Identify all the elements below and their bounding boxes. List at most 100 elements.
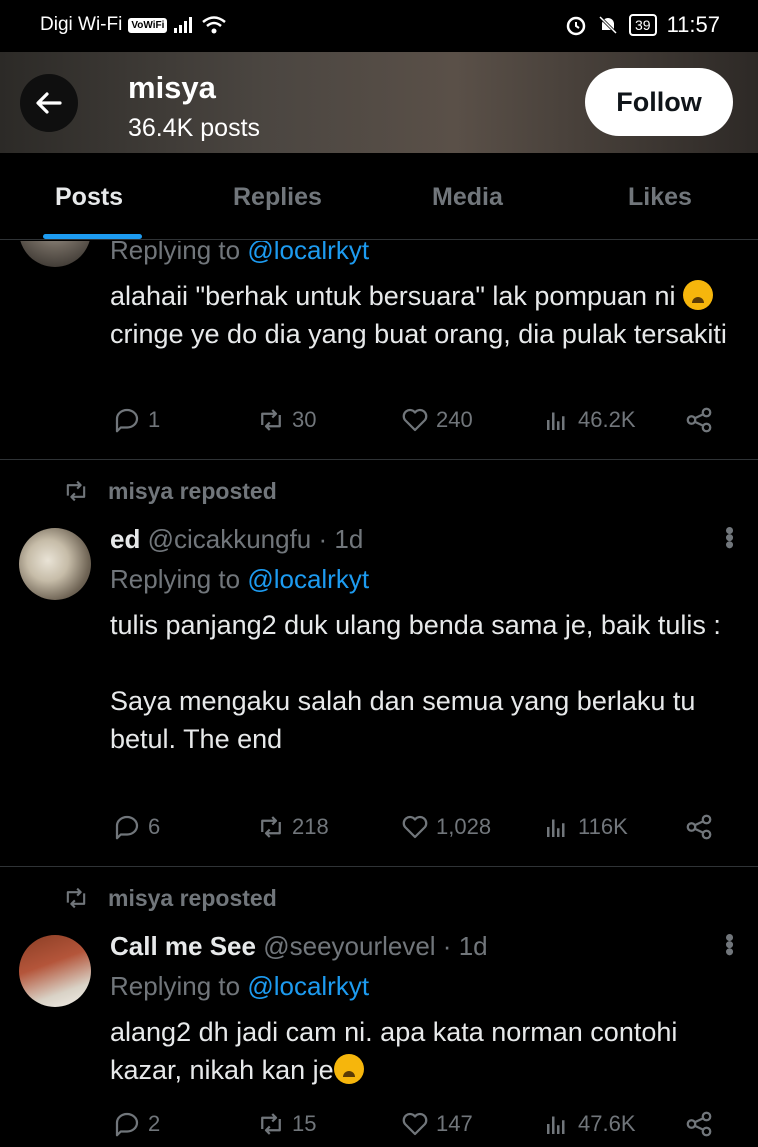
battery-indicator: 39 xyxy=(629,14,657,36)
heart-icon xyxy=(402,1112,428,1136)
more-options-icon[interactable]: ••• xyxy=(714,933,745,954)
repost-count: 218 xyxy=(292,814,329,839)
views-icon xyxy=(547,819,565,837)
avatar[interactable] xyxy=(19,241,91,267)
profile-name: misya xyxy=(128,70,216,105)
repost-button[interactable]: 30 xyxy=(256,405,316,435)
tab-posts[interactable]: Posts xyxy=(55,183,123,212)
tweet[interactable]: misya reposted Call me See @seeyourlevel… xyxy=(0,867,758,1147)
clock: 11:57 xyxy=(666,12,720,37)
replying-to: Replying to @localrkyt xyxy=(110,971,369,1002)
avatar[interactable] xyxy=(19,935,91,1007)
weary-face-emoji-icon xyxy=(683,280,714,310)
reply-button[interactable]: 1 xyxy=(112,405,160,435)
views-icon xyxy=(547,412,565,430)
repost-count: 30 xyxy=(292,407,317,432)
repost-label: misya reposted xyxy=(108,477,277,504)
status-right: 39 11:57 xyxy=(565,12,720,38)
tab-likes[interactable]: Likes xyxy=(628,183,692,212)
reply-button[interactable]: 2 xyxy=(112,1109,160,1139)
view-count: 116K xyxy=(578,814,628,839)
repost-button[interactable]: 218 xyxy=(256,812,329,842)
vowifi-badge: VoWiFi xyxy=(128,17,168,33)
reply-count: 6 xyxy=(148,814,161,839)
tweet-meta: ed @cicakkungfu · 1d xyxy=(110,524,363,555)
mention-link[interactable]: @localrkyt xyxy=(247,564,369,594)
tweet[interactable]: Replying to @localrkyt alahaii "berhak u… xyxy=(0,241,758,459)
repost-icon xyxy=(261,816,281,838)
reply-icon xyxy=(115,408,139,433)
author-handle-time: @seeyourlevel · 1d xyxy=(263,931,488,961)
heart-icon xyxy=(402,408,428,432)
reply-count: 2 xyxy=(148,1111,161,1136)
repost-indicator: misya reposted xyxy=(62,884,277,912)
tweet-text-part: alang2 dh jadi cam ni. apa kata norman c… xyxy=(110,1017,685,1085)
view-count: 46.2K xyxy=(578,407,636,432)
views-button[interactable]: 46.2K xyxy=(542,405,636,435)
follow-button[interactable]: Follow xyxy=(585,68,733,136)
repost-icon xyxy=(66,887,86,909)
tab-replies[interactable]: Replies xyxy=(233,183,322,212)
repost-indicator: misya reposted xyxy=(62,477,277,505)
like-count: 147 xyxy=(436,1111,473,1136)
replying-prefix: Replying to xyxy=(110,971,248,1001)
repost-count: 15 xyxy=(292,1111,317,1136)
share-button[interactable] xyxy=(684,1109,714,1139)
repost-icon xyxy=(261,1113,281,1135)
like-button[interactable]: 147 xyxy=(400,1109,473,1139)
views-button[interactable]: 47.6K xyxy=(542,1109,636,1139)
profile-tabs: Posts Replies Media Likes xyxy=(0,153,758,240)
heart-icon xyxy=(402,815,428,839)
replying-to: Replying to @localrkyt xyxy=(110,564,369,595)
profile-header: misya 36.4K posts Follow xyxy=(0,52,758,153)
tweet[interactable]: misya reposted ed @cicakkungfu · 1d ••• … xyxy=(0,460,758,866)
like-count: 1,028 xyxy=(436,814,492,839)
reply-button[interactable]: 6 xyxy=(112,812,160,842)
timeline[interactable]: Replying to @localrkyt alahaii "berhak u… xyxy=(0,241,758,1147)
replying-to: Replying to @localrkyt xyxy=(110,241,369,266)
author-name[interactable]: ed xyxy=(110,524,140,554)
status-left: Digi Wi-Fi VoWiFi xyxy=(40,14,227,36)
views-icon xyxy=(547,1116,565,1134)
avatar[interactable] xyxy=(19,528,91,600)
share-button[interactable] xyxy=(684,405,714,435)
repost-icon xyxy=(261,409,281,431)
reply-icon xyxy=(115,815,139,840)
tweet-text: alahaii "berhak untuk bersuara" lak pomp… xyxy=(110,277,750,353)
views-button[interactable]: 116K xyxy=(542,812,628,842)
status-bar: Digi Wi-Fi VoWiFi 39 11:57 xyxy=(0,0,758,52)
tears-of-joy-emoji-icon xyxy=(333,1054,364,1084)
arrow-left-icon xyxy=(36,92,62,114)
repost-label: misya reposted xyxy=(108,884,277,911)
replying-prefix: Replying to xyxy=(110,564,248,594)
share-icon xyxy=(686,814,712,840)
mention-link[interactable]: @localrkyt xyxy=(247,971,369,1001)
back-button[interactable] xyxy=(20,74,78,132)
tweet-meta: Call me See @seeyourlevel · 1d xyxy=(110,931,488,962)
reply-icon xyxy=(115,1112,139,1137)
post-count: 36.4K posts xyxy=(128,114,261,142)
share-icon xyxy=(686,407,712,433)
author-handle-time: @cicakkungfu · 1d xyxy=(147,524,364,554)
mention-link[interactable]: @localrkyt xyxy=(247,241,369,265)
like-button[interactable]: 240 xyxy=(400,405,473,435)
tweet-text: tulis panjang2 duk ulang benda sama je, … xyxy=(110,610,721,754)
share-button[interactable] xyxy=(684,812,714,842)
repost-icon xyxy=(66,480,86,502)
view-count: 47.6K xyxy=(578,1111,636,1136)
wifi-icon xyxy=(202,16,227,34)
tweet-actions: 2 15 147 47.6K xyxy=(0,1109,758,1147)
more-options-icon[interactable]: ••• xyxy=(714,526,745,547)
tweet-actions: 1 30 240 46.2K xyxy=(0,405,758,445)
replying-prefix: Replying to xyxy=(110,241,248,265)
author-name[interactable]: Call me See xyxy=(110,931,256,961)
like-count: 240 xyxy=(436,407,473,432)
tweet-text: alang2 dh jadi cam ni. apa kata norman c… xyxy=(110,1013,750,1089)
tab-media[interactable]: Media xyxy=(432,183,503,212)
carrier-label: Digi Wi-Fi xyxy=(40,14,123,35)
like-button[interactable]: 1,028 xyxy=(400,812,491,842)
tweet-text-part: alahaii "berhak untuk bersuara" lak pomp… xyxy=(110,281,684,311)
alarm-icon xyxy=(566,16,586,36)
repost-button[interactable]: 15 xyxy=(256,1109,316,1139)
tweet-actions: 6 218 1,028 116K xyxy=(0,812,758,852)
